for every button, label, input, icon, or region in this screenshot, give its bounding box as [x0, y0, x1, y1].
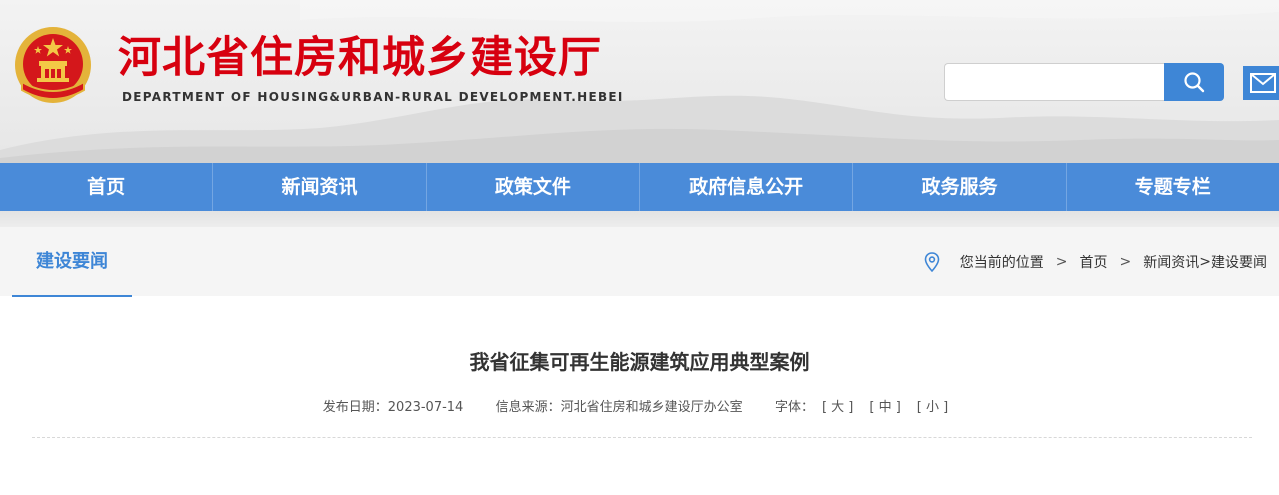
breadcrumb-prefix: 您当前的位置 — [959, 254, 1044, 271]
column-title[interactable]: 建设要闻 — [12, 227, 132, 297]
breadcrumb-separator: > — [1119, 253, 1132, 270]
source-value: 河北省住房和城乡建设厅办公室 — [560, 400, 743, 415]
breadcrumb: 您当前的位置 > 首页 > 新闻资讯 > 建设要闻 — [924, 227, 1267, 296]
breadcrumb-news-link[interactable]: 新闻资讯 — [1143, 252, 1199, 272]
meta-divider — [32, 437, 1252, 438]
publish-date-label: 发布日期： — [322, 400, 388, 415]
breadcrumb-separator: > — [1055, 253, 1068, 270]
main-nav: 首页 新闻资讯 政策文件 政府信息公开 政务服务 专题专栏 — [0, 163, 1279, 211]
article-meta: 发布日期：2023-07-14 信息来源：河北省住房和城乡建设厅办公室 字体： [… — [0, 398, 1279, 418]
nav-item-news[interactable]: 新闻资讯 — [213, 163, 427, 211]
site-title: 河北省住房和城乡建设厅 — [118, 33, 602, 83]
breadcrumb-home-link[interactable]: 首页 — [1080, 252, 1108, 272]
breadcrumb-inner-separator: > — [1199, 253, 1211, 270]
search-icon — [1184, 72, 1205, 93]
mail-button[interactable] — [1243, 66, 1279, 100]
nav-item-topics[interactable]: 专题专栏 — [1067, 163, 1279, 211]
nav-item-gov-info[interactable]: 政府信息公开 — [640, 163, 854, 211]
site-header: 河北省住房和城乡建设厅 DEPARTMENT OF HOUSING&URBAN-… — [0, 0, 1279, 163]
font-size-large-button[interactable]: [ 大 ] — [822, 400, 853, 415]
nav-shadow-band — [0, 211, 1279, 227]
mail-icon — [1250, 73, 1276, 93]
nav-item-gov-service[interactable]: 政务服务 — [853, 163, 1067, 211]
site-subtitle: DEPARTMENT OF HOUSING&URBAN-RURAL DEVELO… — [122, 90, 624, 104]
nav-item-home[interactable]: 首页 — [0, 163, 214, 211]
publish-date: 2023-07-14 — [387, 400, 464, 415]
search-input[interactable] — [944, 63, 1164, 101]
nav-item-policy[interactable]: 政策文件 — [427, 163, 640, 211]
breadcrumb-current-link[interactable]: 建设要闻 — [1211, 252, 1267, 272]
font-size-label: 字体： — [774, 400, 814, 415]
national-emblem-icon — [15, 27, 91, 103]
source-label: 信息来源： — [495, 400, 561, 415]
column-bar: 建设要闻 您当前的位置 > 首页 > 新闻资讯 > 建设要闻 — [0, 227, 1279, 297]
location-pin-icon — [924, 251, 940, 272]
article-title: 我省征集可再生能源建筑应用典型案例 — [469, 350, 810, 374]
font-size-medium-button[interactable]: [ 中 ] — [869, 400, 900, 415]
font-size-small-button[interactable]: [ 小 ] — [917, 400, 948, 415]
search-button[interactable] — [1164, 63, 1224, 101]
